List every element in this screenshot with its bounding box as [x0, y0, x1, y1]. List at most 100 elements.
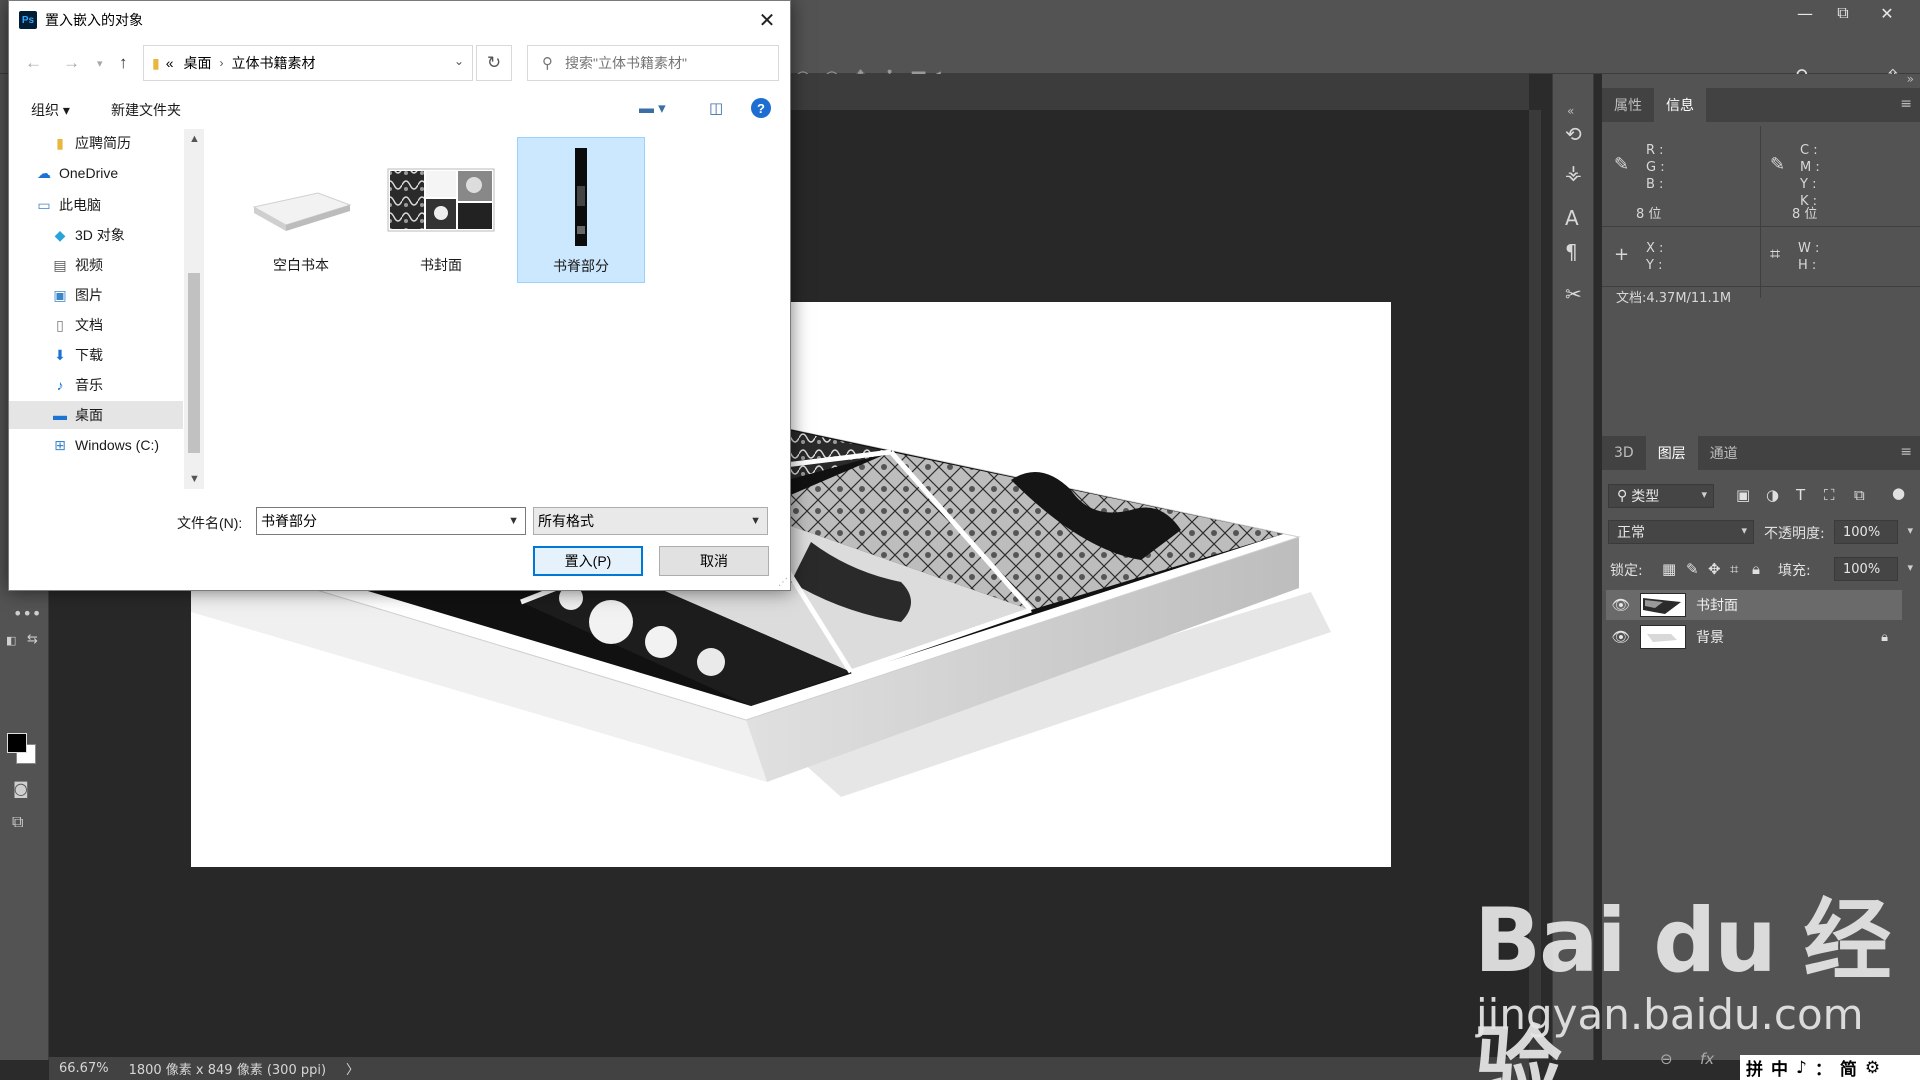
filename-input[interactable] [261, 513, 491, 529]
ime-item[interactable]: 简 [1840, 1055, 1857, 1080]
filter-shape-icon[interactable]: ⛶ [1824, 486, 1835, 504]
nav-item-downloads[interactable]: ⬇ 下载 [9, 341, 183, 369]
dialog-title-bar[interactable]: Ps 置入嵌入的对象 ✕ [9, 1, 790, 39]
filter-toggle-icon[interactable]: ● [1892, 484, 1905, 502]
new-folder-button[interactable]: 新建文件夹 [111, 100, 181, 120]
tool-presets-icon[interactable]: ✂ [1565, 282, 1582, 306]
tab-channels[interactable]: 通道 [1698, 436, 1750, 470]
cancel-button[interactable]: 取消 [659, 546, 769, 576]
lock-transparency-icon[interactable]: ▦ [1662, 560, 1676, 578]
eye-icon[interactable]: 👁︎ [1606, 628, 1636, 646]
layer-filter-select[interactable]: ⚲ 类型 ▾ [1608, 484, 1714, 508]
chevron-down-icon[interactable]: ▼ [508, 515, 519, 527]
filter-type-icon[interactable]: T [1796, 486, 1805, 504]
breadcrumb-item-folder[interactable]: 立体书籍素材 [232, 53, 316, 73]
search-input[interactable] [565, 55, 755, 71]
filter-adjustment-icon[interactable]: ◑ [1766, 486, 1779, 504]
file-item[interactable]: 空白书本 [237, 137, 365, 283]
nav-item-onedrive[interactable]: ☁ OneDrive [9, 159, 183, 187]
breadcrumb-overflow[interactable]: « [166, 55, 174, 71]
more-tools-icon[interactable]: ••• [13, 604, 41, 623]
restore-button[interactable]: ⧉ [1824, 0, 1862, 26]
ime-item[interactable]: ： [1815, 1055, 1832, 1080]
dialog-close-button[interactable]: ✕ [744, 1, 790, 39]
minimize-button[interactable]: — [1786, 0, 1824, 26]
blend-mode-select[interactable]: 正常 ▾ [1608, 520, 1754, 544]
zoom-level[interactable]: 66.67% [49, 1061, 119, 1076]
opacity-input[interactable]: 100% ▾ [1834, 520, 1913, 544]
recent-locations-icon[interactable]: ▾ [97, 57, 103, 70]
lock-artboard-icon[interactable]: ⌗ [1730, 560, 1738, 578]
breadcrumb-item-desktop[interactable]: 桌面 [184, 53, 212, 73]
resize-grip-icon[interactable]: ⋰ [778, 577, 788, 588]
command-bar: 组织 ▾ 新建文件夹 ▬ ▾ ◫ ? [9, 91, 790, 127]
panel-menu-icon[interactable]: ≡ [1900, 444, 1912, 460]
nav-item-this-pc[interactable]: ▭ 此电脑 [9, 191, 183, 219]
tab-info[interactable]: 信息 [1654, 88, 1706, 122]
layer-name[interactable]: 书封面 [1696, 595, 1902, 615]
back-arrow-icon[interactable]: ← [25, 53, 42, 73]
filename-combobox[interactable]: ▼ [256, 507, 526, 535]
ime-item[interactable]: 拼 [1746, 1055, 1763, 1080]
organize-menu[interactable]: 组织 ▾ [31, 100, 70, 120]
nav-item-music[interactable]: ♪ 音乐 [9, 371, 183, 399]
tab-properties[interactable]: 属性 [1602, 88, 1654, 122]
tab-3d[interactable]: 3D [1602, 436, 1646, 470]
address-bar[interactable]: ▮ « 桌面 › 立体书籍素材 ⌄ [143, 45, 473, 81]
nav-item-desktop[interactable]: ▬ 桌面 [9, 401, 183, 429]
lock-pixels-icon[interactable]: ✎ [1686, 560, 1699, 578]
nav-scrollbar[interactable]: ▲ ▼ [184, 129, 204, 489]
scrollbar-thumb[interactable] [188, 273, 200, 453]
ime-item[interactable]: 中 [1771, 1055, 1788, 1080]
place-button[interactable]: 置入(P) [533, 546, 643, 576]
layer-row[interactable]: 👁︎ 背景 🔒︎ [1606, 622, 1902, 652]
scroll-down-icon[interactable]: ▼ [189, 473, 200, 485]
nav-item-3d-objects[interactable]: ◆ 3D 对象 [9, 221, 183, 249]
forward-arrow-icon[interactable]: → [63, 53, 80, 73]
layer-name[interactable]: 背景 [1696, 627, 1881, 647]
status-arrow-icon[interactable]: 〉 [336, 1059, 369, 1078]
file-item-selected[interactable]: 书脊部分 [517, 137, 645, 283]
expand-panels-icon[interactable]: » [1907, 72, 1914, 86]
tab-layers[interactable]: 图层 [1645, 436, 1698, 470]
ime-item[interactable]: ♪ [1796, 1058, 1807, 1078]
file-item[interactable]: 书封面 [377, 137, 505, 283]
filetype-select[interactable]: 所有格式 ▼ [533, 507, 768, 535]
help-button[interactable]: ? [751, 98, 771, 118]
chevron-down-icon[interactable]: ⌄ [454, 54, 464, 68]
nav-item-videos[interactable]: ▤ 视频 [9, 251, 183, 279]
lock-all-icon[interactable]: 🔒︎ [1752, 560, 1760, 578]
collapse-icon[interactable]: « [1567, 104, 1574, 118]
change-view-icon[interactable]: ▬ ▾ [639, 99, 666, 117]
refresh-button[interactable]: ↻ [476, 45, 512, 81]
paragraph-icon[interactable]: ¶ [1565, 240, 1578, 264]
scroll-up-icon[interactable]: ▲ [189, 133, 200, 145]
foreground-color-swatch[interactable] [7, 733, 27, 753]
screen-mode-icon[interactable]: ⧉ [12, 812, 23, 832]
nav-item-documents[interactable]: ▯ 文档 [9, 311, 183, 339]
up-arrow-icon[interactable]: ↑ [119, 53, 128, 73]
character-icon[interactable]: A [1565, 206, 1579, 230]
search-box[interactable]: ⚲ [527, 45, 779, 81]
panel-menu-icon[interactable]: ≡ [1900, 96, 1912, 112]
nav-item-pictures[interactable]: ▣ 图片 [9, 281, 183, 309]
preview-pane-icon[interactable]: ◫ [709, 99, 723, 117]
clone-source-icon[interactable]: ⚶ [1565, 160, 1582, 184]
nav-item-drive-c[interactable]: ⊞ Windows (C:) [9, 431, 183, 459]
layer-row[interactable]: 👁︎ 书封面 [1606, 590, 1902, 620]
history-icon[interactable]: ⟲ [1565, 122, 1582, 146]
filter-smart-object-icon[interactable]: ⧉ [1854, 486, 1865, 504]
default-colors-icon[interactable]: ◧ [6, 634, 16, 647]
close-app-button[interactable]: ✕ [1868, 0, 1906, 26]
nav-item-resume[interactable]: ▮ 应聘简历 [9, 129, 183, 157]
nav-item-label: 应聘简历 [75, 135, 131, 151]
eye-icon[interactable]: 👁︎ [1606, 596, 1636, 614]
filter-pixel-icon[interactable]: ▣ [1736, 486, 1750, 504]
drive-icon: ⊞ [54, 436, 66, 453]
quick-mask-icon[interactable]: ◙ [13, 779, 29, 798]
fill-input[interactable]: 100% ▾ [1834, 557, 1913, 581]
lock-position-icon[interactable]: ✥ [1708, 560, 1721, 578]
ime-item[interactable]: ⚙ [1865, 1058, 1880, 1078]
swap-colors-icon[interactable]: ⇆ [27, 632, 38, 647]
layer-thumbnail [1640, 593, 1686, 617]
